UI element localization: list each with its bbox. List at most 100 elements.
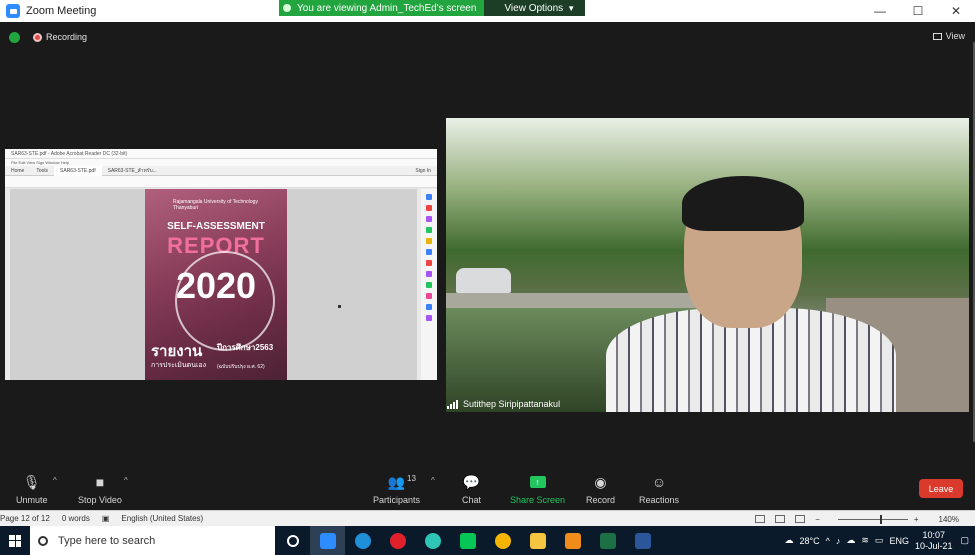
share-screen-icon: ↑ xyxy=(529,472,546,492)
zoom-slider[interactable] xyxy=(837,514,908,524)
edge-chromium-icon[interactable] xyxy=(415,526,450,555)
signal-bars-icon xyxy=(447,399,459,409)
read-mode-icon[interactable] xyxy=(755,515,766,523)
report-subtitle: SELF-ASSESSMENT xyxy=(167,221,265,232)
record-label: Record xyxy=(586,495,616,505)
zoom-in-icon[interactable]: + xyxy=(914,515,919,524)
word-icon[interactable] xyxy=(625,526,660,555)
stop-video-label: Stop Video xyxy=(78,495,122,505)
taskbar-clock[interactable]: 10:07 10-Jul-21 xyxy=(915,530,953,552)
participants-label: Participants xyxy=(373,495,421,505)
search-icon xyxy=(38,535,48,546)
start-button[interactable] xyxy=(0,526,30,555)
zoom-out-icon[interactable]: − xyxy=(815,515,820,524)
speaker-icon[interactable]: ♪ xyxy=(836,536,841,546)
app-orange-icon[interactable] xyxy=(555,526,590,555)
report-cover: Rajamangala University of Technology Tha… xyxy=(145,189,287,380)
viewing-message-text: You are viewing Admin_TechEd's screen xyxy=(297,2,477,14)
microphone-muted-icon: 🎙 xyxy=(22,473,41,490)
maximize-button[interactable]: ☐ xyxy=(899,0,937,22)
record-dot-icon xyxy=(33,32,42,42)
stop-video-button[interactable]: ■ Stop Video xyxy=(78,472,122,505)
acrobat-titlebar: SAR63-STE.pdf - Adobe Acrobat Reader DC … xyxy=(5,149,437,159)
word-status-bar: Page 12 of 12 0 words ▣ English (United … xyxy=(0,510,975,526)
sign-in-link: Sign In xyxy=(415,167,431,174)
chevron-down-icon: ▼ xyxy=(567,3,576,13)
print-layout-icon[interactable] xyxy=(775,515,786,523)
onedrive-icon[interactable]: ☁ xyxy=(846,535,855,546)
sharing-indicator-icon xyxy=(283,4,291,12)
clock-time: 10:07 xyxy=(922,529,945,540)
participant-name: Sutithep Siripipattanakul xyxy=(463,399,561,409)
view-options-button[interactable]: View Options ▼ xyxy=(484,0,586,16)
page-count[interactable]: Page 12 of 12 xyxy=(0,514,50,523)
chat-button[interactable]: 💬 Chat xyxy=(462,472,482,506)
chrome-icon[interactable] xyxy=(485,526,520,555)
participants-icon: 👥 xyxy=(387,473,406,490)
close-button[interactable]: ✕ xyxy=(937,0,975,22)
thai-academic-year: ปีการศึกษา2563 xyxy=(217,343,274,352)
weather-temp[interactable]: 28°C xyxy=(800,536,820,546)
university-name: Rajamangala University of Technology Tha… xyxy=(173,199,258,211)
participants-caret-icon[interactable]: ^ xyxy=(431,476,435,485)
notifications-icon[interactable]: ▢ xyxy=(960,535,969,546)
record-button[interactable]: ◉ Record xyxy=(586,472,616,506)
proofing-icon[interactable]: ▣ xyxy=(102,514,110,523)
tab-tools: Tools xyxy=(36,167,49,174)
wifi-icon[interactable]: ≋ xyxy=(861,535,869,546)
chat-bubble-icon: 💬 xyxy=(462,473,481,490)
share-screen-button[interactable]: ↑ Share Screen xyxy=(510,472,565,505)
grid-icon xyxy=(932,32,942,40)
language-indicator[interactable]: English (United States) xyxy=(121,514,203,523)
window-controls: — ☐ ✕ xyxy=(861,0,975,22)
input-language[interactable]: ENG xyxy=(889,536,909,546)
web-layout-icon[interactable] xyxy=(795,515,806,523)
acrobat-document-area: Rajamangala University of Technology Tha… xyxy=(10,189,417,380)
zoom-logo-icon xyxy=(6,4,20,18)
participant-video[interactable] xyxy=(446,118,969,412)
record-icon: ◉ xyxy=(594,473,607,490)
leave-button[interactable]: Leave xyxy=(919,479,963,498)
minimize-button[interactable]: — xyxy=(861,0,899,22)
recording-label: Recording xyxy=(46,32,88,42)
line-icon[interactable] xyxy=(450,526,485,555)
tab-document: SAR63-STE.pdf xyxy=(54,165,102,176)
audio-options-caret-icon[interactable]: ^ xyxy=(53,476,57,485)
opera-icon[interactable] xyxy=(380,526,415,555)
task-view-icon[interactable] xyxy=(275,526,310,555)
view-options-label: View Options xyxy=(504,2,564,14)
video-car xyxy=(456,268,511,293)
reactions-label: Reactions xyxy=(639,495,680,505)
view-button[interactable]: View xyxy=(932,31,965,41)
excel-icon[interactable] xyxy=(590,526,625,555)
thai-subtitle: การประเมินตนเอง xyxy=(151,362,207,369)
battery-icon[interactable]: ▭ xyxy=(875,535,884,546)
window-titlebar: Zoom Meeting You are viewing Admin_TechE… xyxy=(0,0,975,22)
weather-icon[interactable]: ☁ xyxy=(785,535,794,546)
report-year: 2020 xyxy=(175,265,257,306)
windows-taskbar: Type here to search ☁ 28°C ^ ♪ ☁ ≋ ▭ ENG… xyxy=(0,526,975,555)
acrobat-toolbar xyxy=(5,176,437,188)
window-title: Zoom Meeting xyxy=(26,5,97,17)
recording-indicator[interactable]: Recording xyxy=(33,32,87,42)
shared-screen[interactable]: SAR63-STE.pdf - Adobe Acrobat Reader DC … xyxy=(5,149,437,380)
tab-home: Home xyxy=(11,167,25,174)
zoom-level[interactable]: 140% xyxy=(939,515,959,524)
video-camera-icon: ■ xyxy=(95,474,105,490)
taskbar-search[interactable]: Type here to search xyxy=(30,526,275,555)
video-options-caret-icon[interactable]: ^ xyxy=(124,476,128,485)
chat-label: Chat xyxy=(462,495,482,505)
zoom-taskbar-icon[interactable] xyxy=(310,526,345,555)
shield-icon[interactable] xyxy=(9,32,20,43)
clock-date: 10-Jul-21 xyxy=(914,540,953,551)
search-placeholder: Type here to search xyxy=(58,534,156,547)
file-explorer-icon[interactable] xyxy=(520,526,555,555)
unmute-label: Unmute xyxy=(16,495,48,505)
chevron-up-icon[interactable]: ^ xyxy=(826,536,830,546)
mouse-cursor-icon xyxy=(338,305,341,308)
share-screen-label: Share Screen xyxy=(510,495,566,505)
unmute-button[interactable]: 🎙 Unmute xyxy=(16,472,48,506)
reactions-button[interactable]: ☺ Reactions xyxy=(639,472,679,505)
word-count[interactable]: 0 words xyxy=(62,514,90,523)
edge-icon[interactable] xyxy=(345,526,380,555)
